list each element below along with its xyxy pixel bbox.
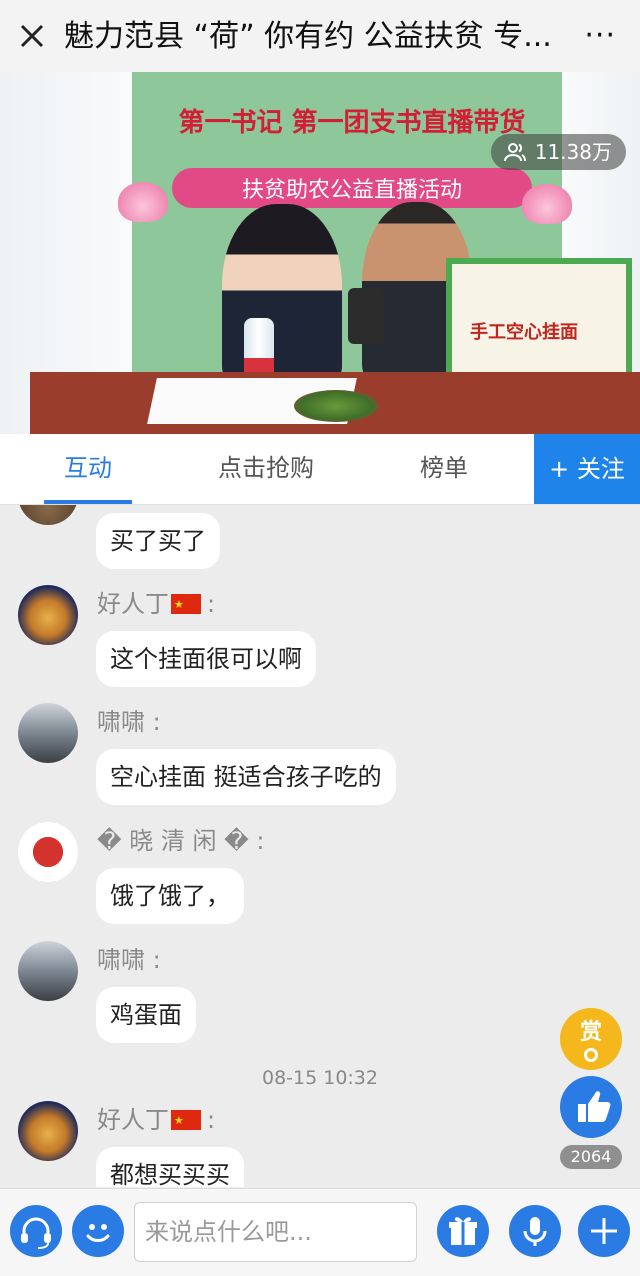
china-flag-icon [171,1106,201,1136]
chat-timestamp: 08-15 10:32 [261,1067,378,1089]
viewers-icon [503,143,526,162]
avatar[interactable] [18,703,78,763]
lotus-decoration [522,184,572,224]
username-colon: : [207,590,216,618]
tab-ranking[interactable]: 榜单 [404,434,484,504]
follow-button[interactable]: + 关注 [534,434,640,504]
gift-icon [449,1217,477,1245]
host-woman [222,204,342,384]
like-count: 2064 [560,1145,622,1169]
thumbs-up-icon [578,1091,611,1122]
viewer-count-badge: 11.38万 [490,134,626,170]
gift-button[interactable] [437,1205,489,1257]
live-video[interactable]: 第一书记 第一团支书直播带货 扶贫助农公益直播活动 手工空心挂面 11.38万 [0,72,640,434]
avatar[interactable] [18,585,78,645]
reward-button[interactable]: 赏 [560,1008,622,1070]
page-title: 魅力范县 “荷” 你有约 公益扶贫 专... [64,19,552,54]
username-text: 好人丁 [97,590,169,618]
chat-username: 啸啸 : [97,708,161,736]
reward-label: 赏 [579,1020,602,1045]
banner-subtitle: 扶贫助农公益直播活动 [172,168,532,208]
bottom-bar: 来说点什么吧... [0,1188,640,1276]
chat-message: 饿了饿了， [96,868,244,924]
username-colon: : [207,1106,216,1134]
plus-icon [591,1218,617,1244]
tab-buy[interactable]: 点击抢购 [206,434,326,504]
username-text: 好人丁 [97,1106,169,1134]
avatar[interactable] [18,1101,78,1161]
china-flag-icon [171,590,201,620]
microphone [348,288,384,344]
chat-message: 鸡蛋面 [96,987,196,1043]
chat-message: 空心挂面 挺适合孩子吃的 [96,749,396,805]
avatar[interactable] [18,822,78,882]
chat-list[interactable]: 买了买了 好人丁: 这个挂面很可以啊 啸啸 : 空心挂面 挺适合孩子吃的 � 晓… [0,505,640,1187]
active-tab-indicator [44,500,132,504]
more-icon[interactable]: ··· [584,21,616,51]
banner-headline: 第一书记 第一团支书直播带货 [178,108,526,138]
coin-icon [584,1048,598,1062]
vegetable-plate [294,390,378,422]
customer-service-button[interactable] [10,1205,62,1257]
avatar[interactable] [18,505,78,525]
chat-message: 这个挂面很可以啊 [96,631,316,687]
tab-bar: 互动 点击抢购 榜单 + 关注 [0,434,640,505]
smiley-icon [86,1224,110,1242]
headset-icon [21,1217,51,1249]
viewer-count: 11.38万 [534,140,612,164]
chat-username: 好人丁: [97,1105,216,1136]
chat-username: � 晓 清 闲 � : [97,827,265,855]
close-icon[interactable] [16,20,48,52]
chat-message: 都想买买买 [96,1147,244,1187]
top-bar: 魅力范县 “荷” 你有约 公益扶贫 专... ··· [0,0,640,72]
voice-button[interactable] [509,1205,561,1257]
like-button[interactable] [560,1076,622,1138]
chat-username: 啸啸 : [97,946,161,974]
avatar[interactable] [18,941,78,1001]
chat-message: 买了买了 [96,513,220,569]
emoji-button[interactable] [72,1205,124,1257]
microphone-icon [523,1217,547,1246]
chat-username: 好人丁: [97,589,216,620]
product-box-label: 手工空心挂面 [470,322,578,343]
lotus-decoration [118,182,168,222]
add-button[interactable] [578,1205,630,1257]
comment-input[interactable]: 来说点什么吧... [134,1202,417,1262]
tab-interaction[interactable]: 互动 [44,434,132,504]
